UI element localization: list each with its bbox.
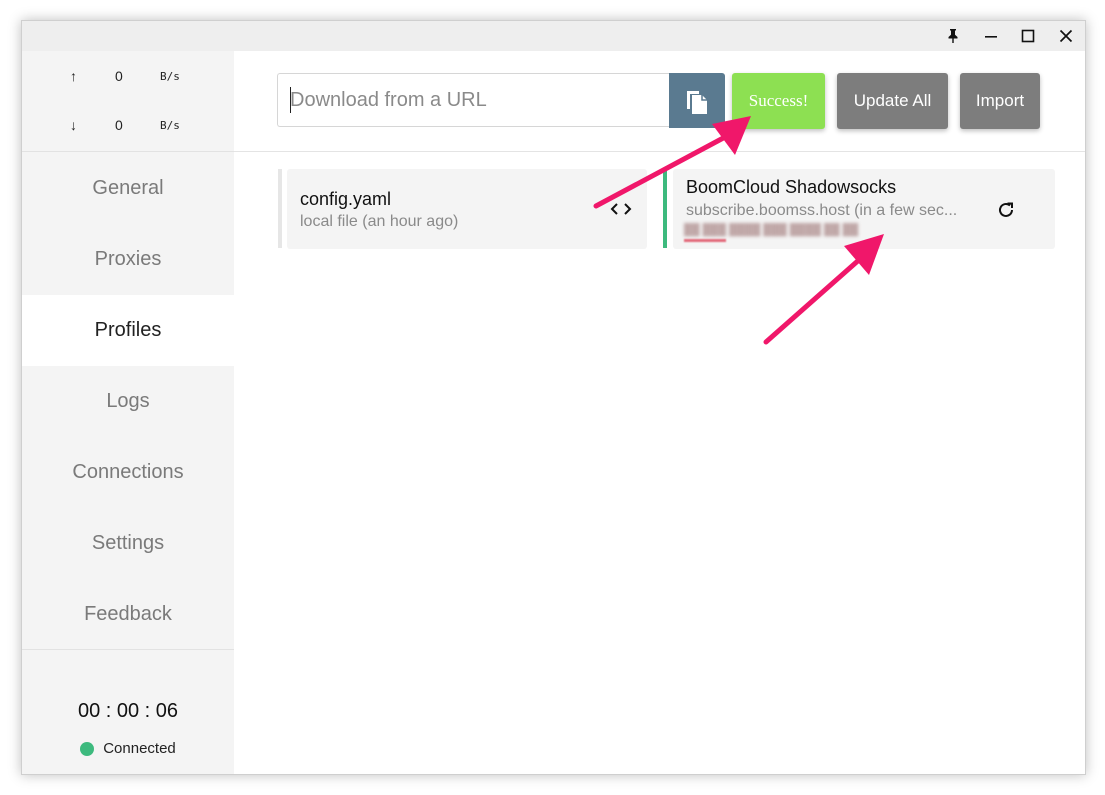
profile-card-boomcloud[interactable]: BoomCloud Shadowsocks subscribe.boomss.h… <box>673 169 1055 249</box>
title-bar <box>22 21 1085 51</box>
download-value: 0 <box>115 117 123 133</box>
upload-speed: ↑ 0 B/s <box>22 68 234 88</box>
status-badge: Connected <box>22 740 234 757</box>
paste-icon <box>687 90 707 114</box>
main-content: Success! Update All Import config.yaml l… <box>234 51 1085 774</box>
sidebar-item-feedback[interactable]: Feedback <box>22 579 234 650</box>
traffic-monitor: ↑ 0 B/s ↓ 0 B/s <box>22 51 234 152</box>
pin-icon[interactable] <box>934 21 972 51</box>
download-arrow-icon: ↓ <box>70 117 77 133</box>
redacted-usage-info: ██ ███ ████ ███ ████ ██ ██ <box>684 224 859 236</box>
upload-unit: B/s <box>160 70 180 83</box>
sidebar: ↑ 0 B/s ↓ 0 B/s General Proxies Profiles… <box>22 51 234 774</box>
profile-indicator <box>278 169 282 248</box>
profile-card-config[interactable]: config.yaml local file (an hour ago) <box>287 169 647 249</box>
upload-value: 0 <box>115 68 123 84</box>
paste-button[interactable] <box>669 73 725 128</box>
profiles-toolbar: Success! Update All Import <box>234 51 1085 152</box>
url-input[interactable] <box>277 73 669 127</box>
upload-arrow-icon: ↑ <box>70 68 77 84</box>
profile-title: config.yaml <box>300 189 392 209</box>
minimize-icon[interactable] <box>972 21 1010 51</box>
usage-bar <box>684 239 726 242</box>
status-label: Connected <box>103 740 176 757</box>
close-icon[interactable] <box>1047 21 1085 51</box>
sidebar-item-settings[interactable]: Settings <box>22 508 234 579</box>
profile-title: BoomCloud Shadowsocks <box>686 177 897 197</box>
import-button[interactable]: Import <box>960 73 1040 129</box>
success-button[interactable]: Success! <box>732 73 825 129</box>
maximize-icon[interactable] <box>1009 21 1047 51</box>
sidebar-item-general[interactable]: General <box>22 153 234 224</box>
sidebar-item-connections[interactable]: Connections <box>22 437 234 508</box>
refresh-icon[interactable] <box>993 197 1019 223</box>
download-speed: ↓ 0 B/s <box>22 117 234 137</box>
uptime-timer: 00 : 00 : 06 <box>77 700 179 722</box>
text-caret <box>290 87 291 113</box>
sidebar-item-proxies[interactable]: Proxies <box>22 224 234 295</box>
sidebar-item-profiles[interactable]: Profiles <box>22 295 234 366</box>
download-unit: B/s <box>160 119 180 132</box>
edit-code-icon[interactable] <box>609 199 633 219</box>
profile-subtitle: local file (an hour ago) <box>300 213 459 230</box>
active-profile-indicator <box>663 169 667 248</box>
update-all-button[interactable]: Update All <box>837 73 948 129</box>
profile-subtitle: subscribe.boomss.host (in a few sec... <box>686 202 958 219</box>
connection-status-panel: 00 : 00 : 06 Connected <box>22 649 234 774</box>
status-dot-icon <box>80 741 95 756</box>
app-window: ↑ 0 B/s ↓ 0 B/s General Proxies Profiles… <box>21 20 1086 775</box>
sidebar-item-logs[interactable]: Logs <box>22 366 234 437</box>
